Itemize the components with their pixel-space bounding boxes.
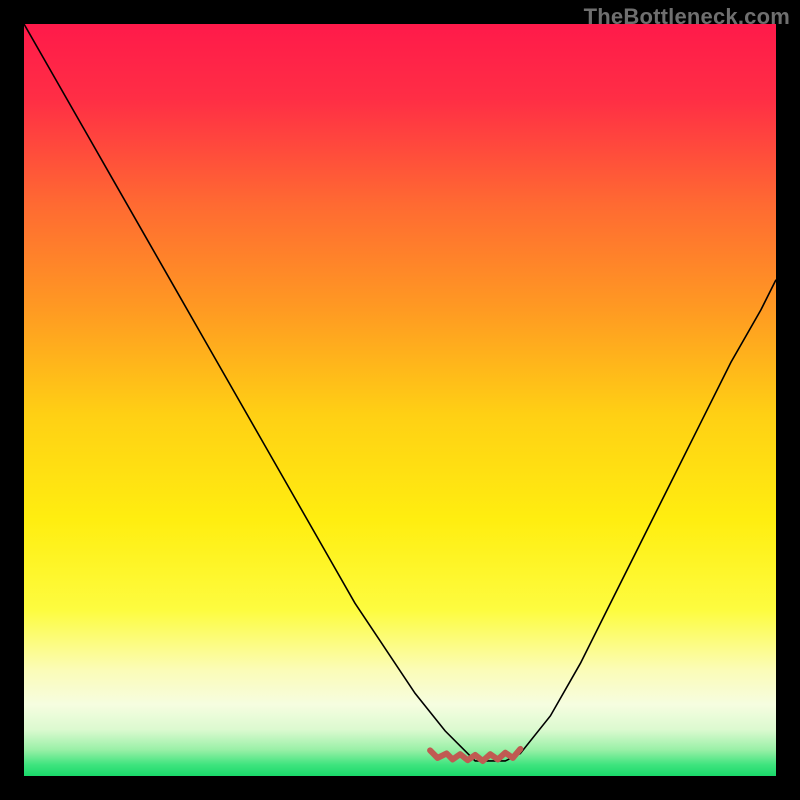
chart-frame: TheBottleneck.com [0, 0, 800, 800]
bottleneck-chart [24, 24, 776, 776]
gradient-background [24, 24, 776, 776]
